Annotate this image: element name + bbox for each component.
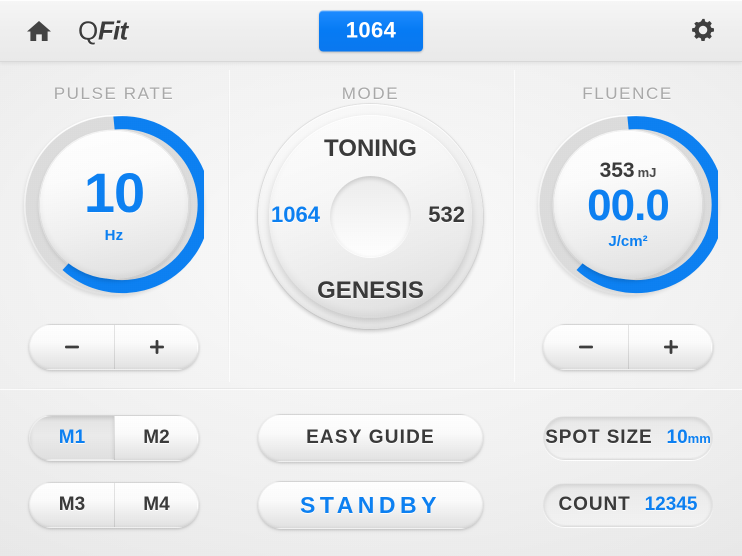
plus-icon: [149, 340, 164, 354]
qfit-laser-console: QFit 1064 PULSE RATE MODE FLUENCE 10 Hz …: [0, 0, 742, 556]
memory-preset-group-2[interactable]: M3 M4: [29, 482, 199, 528]
easy-guide-label: EASY GUIDE: [306, 427, 435, 448]
memory-preset-m4[interactable]: M4: [114, 483, 198, 527]
spot-size-unit: mm: [687, 431, 711, 446]
mode-option-1064[interactable]: 1064: [271, 202, 320, 228]
mode-option-genesis[interactable]: GENESIS: [258, 277, 483, 305]
column-divider-right: [513, 70, 514, 382]
minus-icon: [579, 345, 593, 349]
column-divider-left: [228, 70, 229, 382]
count-panel[interactable]: COUNT 12345: [543, 483, 713, 527]
standby-label: STANDBY: [300, 491, 441, 518]
pulse-rate-value: 10: [83, 161, 145, 225]
memory-preset-group-1[interactable]: M1 M2: [29, 415, 199, 461]
fluence-unit: J/cm²: [608, 232, 648, 250]
pulse-rate-unit: Hz: [104, 226, 124, 244]
fluence-label: FLUENCE: [582, 84, 673, 103]
fluence-value: 00.0: [587, 181, 670, 231]
spot-size-label: SPOT SIZE: [545, 427, 653, 448]
mode-label: MODE: [341, 84, 400, 103]
memory-preset-m2[interactable]: M2: [114, 416, 198, 460]
settings-button[interactable]: [686, 15, 718, 47]
app-header: QFit 1064: [0, 0, 742, 62]
fluence-increment-button[interactable]: [628, 325, 712, 369]
brand-logo: QFit: [78, 15, 128, 46]
fluence-stepper[interactable]: [543, 324, 713, 370]
spot-size-panel[interactable]: SPOT SIZE 10mm: [543, 416, 713, 460]
pulse-rate-label: PULSE RATE: [53, 84, 175, 103]
fluence-decrement-button[interactable]: [544, 325, 628, 369]
mode-dial[interactable]: TONING 1064 532 GENESIS: [258, 104, 483, 329]
fluence-readout: 353 mJ 00.0 J/cm²: [554, 131, 702, 279]
fluence-energy-value: 353: [599, 159, 635, 183]
easy-guide-button[interactable]: EASY GUIDE: [258, 414, 483, 462]
mode-option-532[interactable]: 532: [428, 202, 465, 228]
spot-size-value-group: 10mm: [667, 427, 711, 449]
fluence-energy-unit: mJ: [637, 165, 657, 181]
fluence-dial[interactable]: 353 mJ 00.0 J/cm²: [538, 115, 718, 295]
memory-preset-m3[interactable]: M3: [30, 483, 114, 527]
console-body: PULSE RATE MODE FLUENCE 10 Hz TONING 106…: [0, 62, 742, 556]
pulse-rate-dial[interactable]: 10 Hz: [24, 115, 204, 295]
count-value: 12345: [644, 494, 698, 515]
brand-logo-q: Q: [78, 15, 98, 45]
pulse-rate-increment-button[interactable]: [114, 325, 198, 369]
wavelength-badge[interactable]: 1064: [319, 10, 423, 51]
spot-size-value: 10: [666, 427, 688, 448]
home-icon: [26, 19, 52, 43]
home-button[interactable]: [22, 16, 56, 46]
pulse-rate-decrement-button[interactable]: [30, 325, 114, 369]
pulse-rate-stepper[interactable]: [29, 324, 199, 370]
gear-icon: [690, 18, 715, 43]
standby-button[interactable]: STANDBY: [258, 481, 483, 529]
memory-preset-m1[interactable]: M1: [30, 416, 114, 460]
brand-logo-fit: Fit: [97, 15, 128, 45]
count-label: COUNT: [558, 494, 631, 515]
minus-icon: [65, 345, 79, 349]
section-divider: [0, 388, 742, 389]
pulse-rate-readout: 10 Hz: [40, 131, 188, 279]
mode-dial-center-hub[interactable]: [330, 176, 411, 257]
mode-option-toning[interactable]: TONING: [258, 135, 483, 163]
fluence-energy: 353 mJ: [600, 160, 657, 181]
plus-icon: [663, 340, 678, 354]
